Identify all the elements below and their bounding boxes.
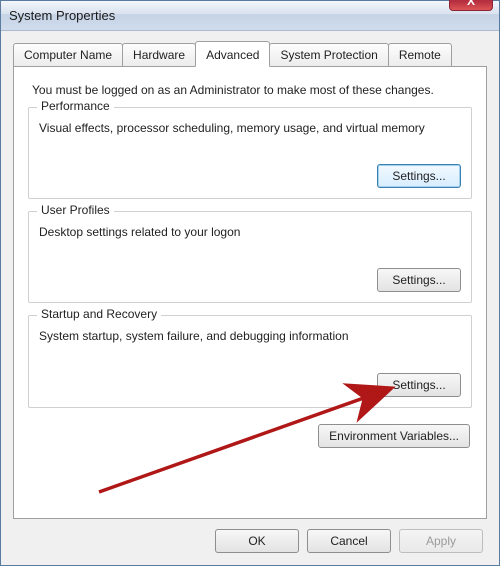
tab-label: Remote [399, 48, 441, 62]
dialog-footer: OK Cancel Apply [13, 519, 487, 553]
group-legend: Startup and Recovery [37, 307, 161, 321]
tabstrip: Computer Name Hardware Advanced System P… [13, 41, 487, 67]
group-startup-recovery: Startup and Recovery System startup, sys… [28, 315, 472, 407]
tab-advanced[interactable]: Advanced [195, 41, 270, 67]
titlebar: System Properties X [1, 1, 499, 31]
close-button[interactable]: X [449, 0, 493, 11]
intro-text: You must be logged on as an Administrato… [32, 83, 472, 97]
cancel-button[interactable]: Cancel [307, 529, 391, 553]
startup-recovery-settings-button[interactable]: Settings... [377, 373, 461, 397]
tab-label: System Protection [280, 48, 377, 62]
button-row: Settings... [39, 268, 461, 292]
tab-label: Hardware [133, 48, 185, 62]
performance-settings-button[interactable]: Settings... [377, 164, 461, 188]
env-var-row: Environment Variables... [28, 424, 470, 448]
tab-label: Advanced [206, 48, 259, 62]
button-row: Settings... [39, 164, 461, 188]
group-user-profiles: User Profiles Desktop settings related t… [28, 211, 472, 303]
tab-system-protection[interactable]: System Protection [269, 43, 388, 67]
tab-label: Computer Name [24, 48, 112, 62]
group-performance: Performance Visual effects, processor sc… [28, 107, 472, 199]
button-row: Settings... [39, 373, 461, 397]
tab-remote[interactable]: Remote [388, 43, 452, 67]
group-desc: System startup, system failure, and debu… [39, 328, 461, 344]
environment-variables-button[interactable]: Environment Variables... [318, 424, 470, 448]
system-properties-window: System Properties X Computer Name Hardwa… [0, 0, 500, 566]
group-desc: Desktop settings related to your logon [39, 224, 461, 240]
group-legend: User Profiles [37, 203, 114, 217]
user-profiles-settings-button[interactable]: Settings... [377, 268, 461, 292]
apply-button[interactable]: Apply [399, 529, 483, 553]
group-desc: Visual effects, processor scheduling, me… [39, 120, 461, 136]
tab-computer-name[interactable]: Computer Name [13, 43, 123, 67]
window-title: System Properties [9, 8, 493, 23]
ok-button[interactable]: OK [215, 529, 299, 553]
close-icon: X [467, 0, 475, 8]
tabpage-advanced: You must be logged on as an Administrato… [13, 66, 487, 519]
client-area: Computer Name Hardware Advanced System P… [1, 31, 499, 565]
group-legend: Performance [37, 99, 114, 113]
tab-hardware[interactable]: Hardware [122, 43, 196, 67]
